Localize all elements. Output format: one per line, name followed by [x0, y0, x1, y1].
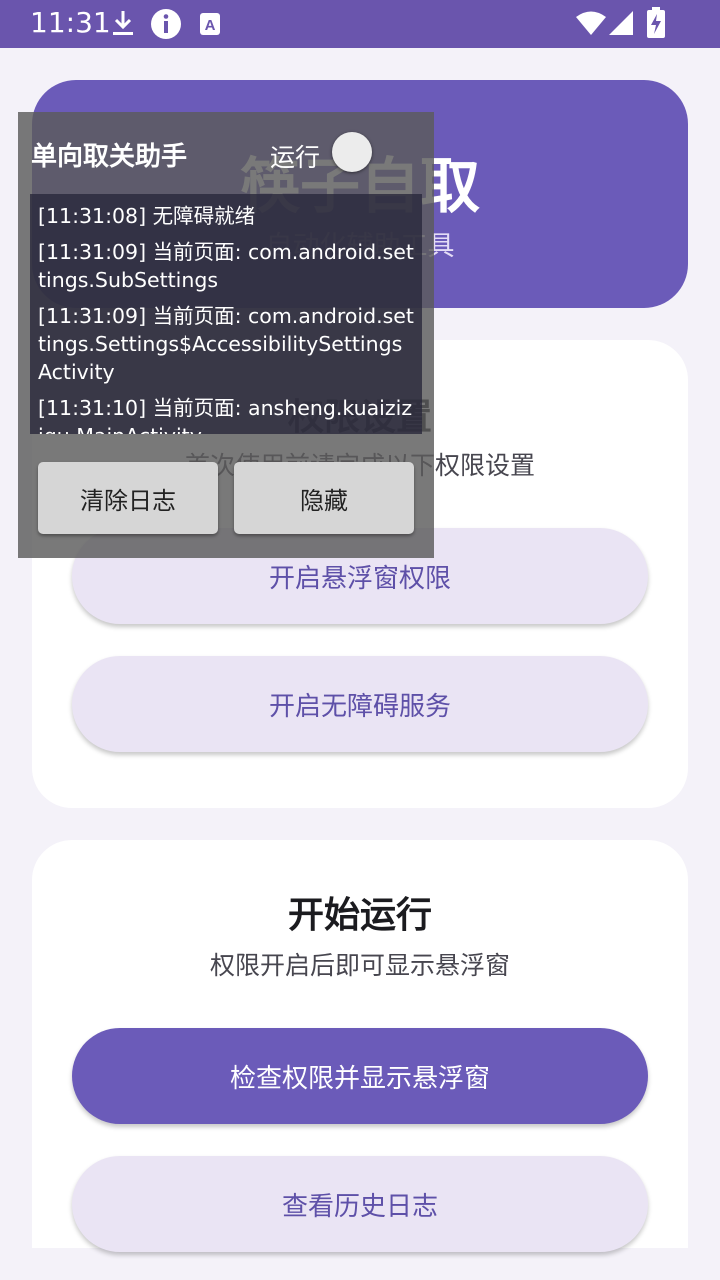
hide-window-button[interactable]: 隐藏 [234, 462, 414, 534]
a-notification-icon: A [198, 8, 222, 42]
log-panel[interactable]: [11:31:08] 无障碍就绪 [11:31:09] 当前页面: com.an… [30, 194, 422, 434]
floating-window[interactable]: 单向取关助手 运行 [11:31:08] 无障碍就绪 [11:31:09] 当前… [18, 112, 434, 558]
battery-charging-icon [646, 7, 666, 43]
check-permission-show-float-button[interactable]: 检查权限并显示悬浮窗 [72, 1028, 648, 1124]
log-entry: [11:31:08] 无障碍就绪 [38, 204, 256, 228]
clear-log-button[interactable]: 清除日志 [38, 462, 218, 534]
run-card-description: 权限开启后即可显示悬浮窗 [209, 951, 510, 980]
run-switch-thumb[interactable] [332, 132, 372, 172]
log-entry: [11:31:09] 当前页面: com.android.settings.Su… [38, 240, 414, 292]
log-entry: [11:31:09] 当前页面: com.android.settings.Se… [38, 304, 414, 384]
status-bar: 11:31 A [0, 0, 720, 48]
run-card: 开始运行 权限开启后即可显示悬浮窗 检查权限并显示悬浮窗 查看历史日志 [32, 840, 688, 1252]
status-time: 11:31 [30, 6, 111, 39]
floating-window-title: 单向取关助手 [31, 142, 188, 172]
svg-text:A: A [205, 17, 216, 34]
run-card-title: 开始运行 [287, 895, 432, 936]
log-entry: [11:31:10] 当前页面: ansheng.kuaiziziqu.Main… [38, 396, 413, 434]
view-history-log-button[interactable]: 查看历史日志 [72, 1156, 648, 1252]
info-icon [150, 8, 182, 44]
download-icon [110, 8, 136, 42]
wifi-icon [575, 10, 607, 40]
signal-icon [608, 10, 634, 40]
run-switch-label: 运行 [270, 143, 321, 172]
enable-accessibility-service-button[interactable]: 开启无障碍服务 [72, 656, 648, 752]
